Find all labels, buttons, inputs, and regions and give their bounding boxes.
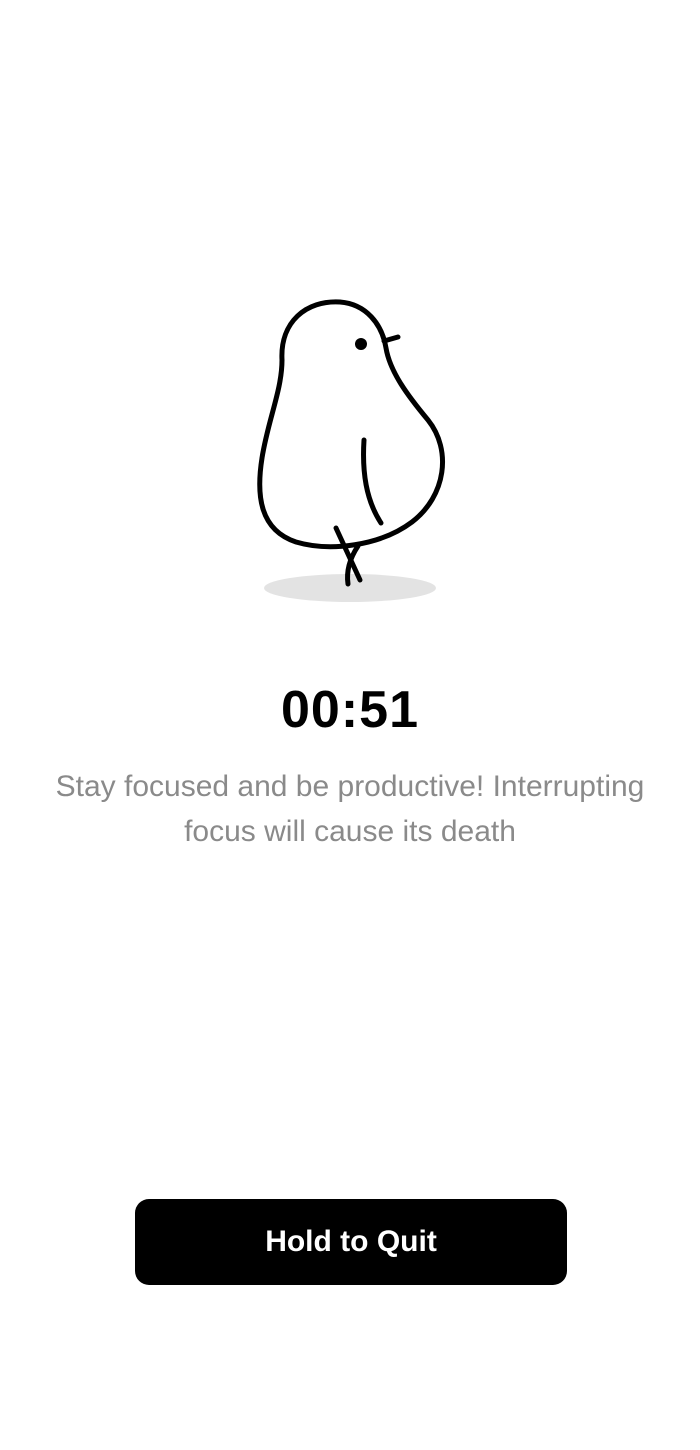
hold-to-quit-button[interactable]: Hold to Quit [135,1199,567,1285]
hold-to-quit-label: Hold to Quit [265,1225,437,1258]
focus-screen: 00:51 Stay focused and be productive! In… [0,0,700,1450]
focus-message: Stay focused and be productive! Interrup… [55,770,645,848]
chick-beak [381,334,401,344]
chick-eye [355,338,367,350]
chick-illustration [240,290,460,620]
chick-body-outline [257,299,446,550]
focus-timer: 00:51 [281,681,419,739]
chick-icon [257,299,446,602]
chick-wing [361,437,384,526]
